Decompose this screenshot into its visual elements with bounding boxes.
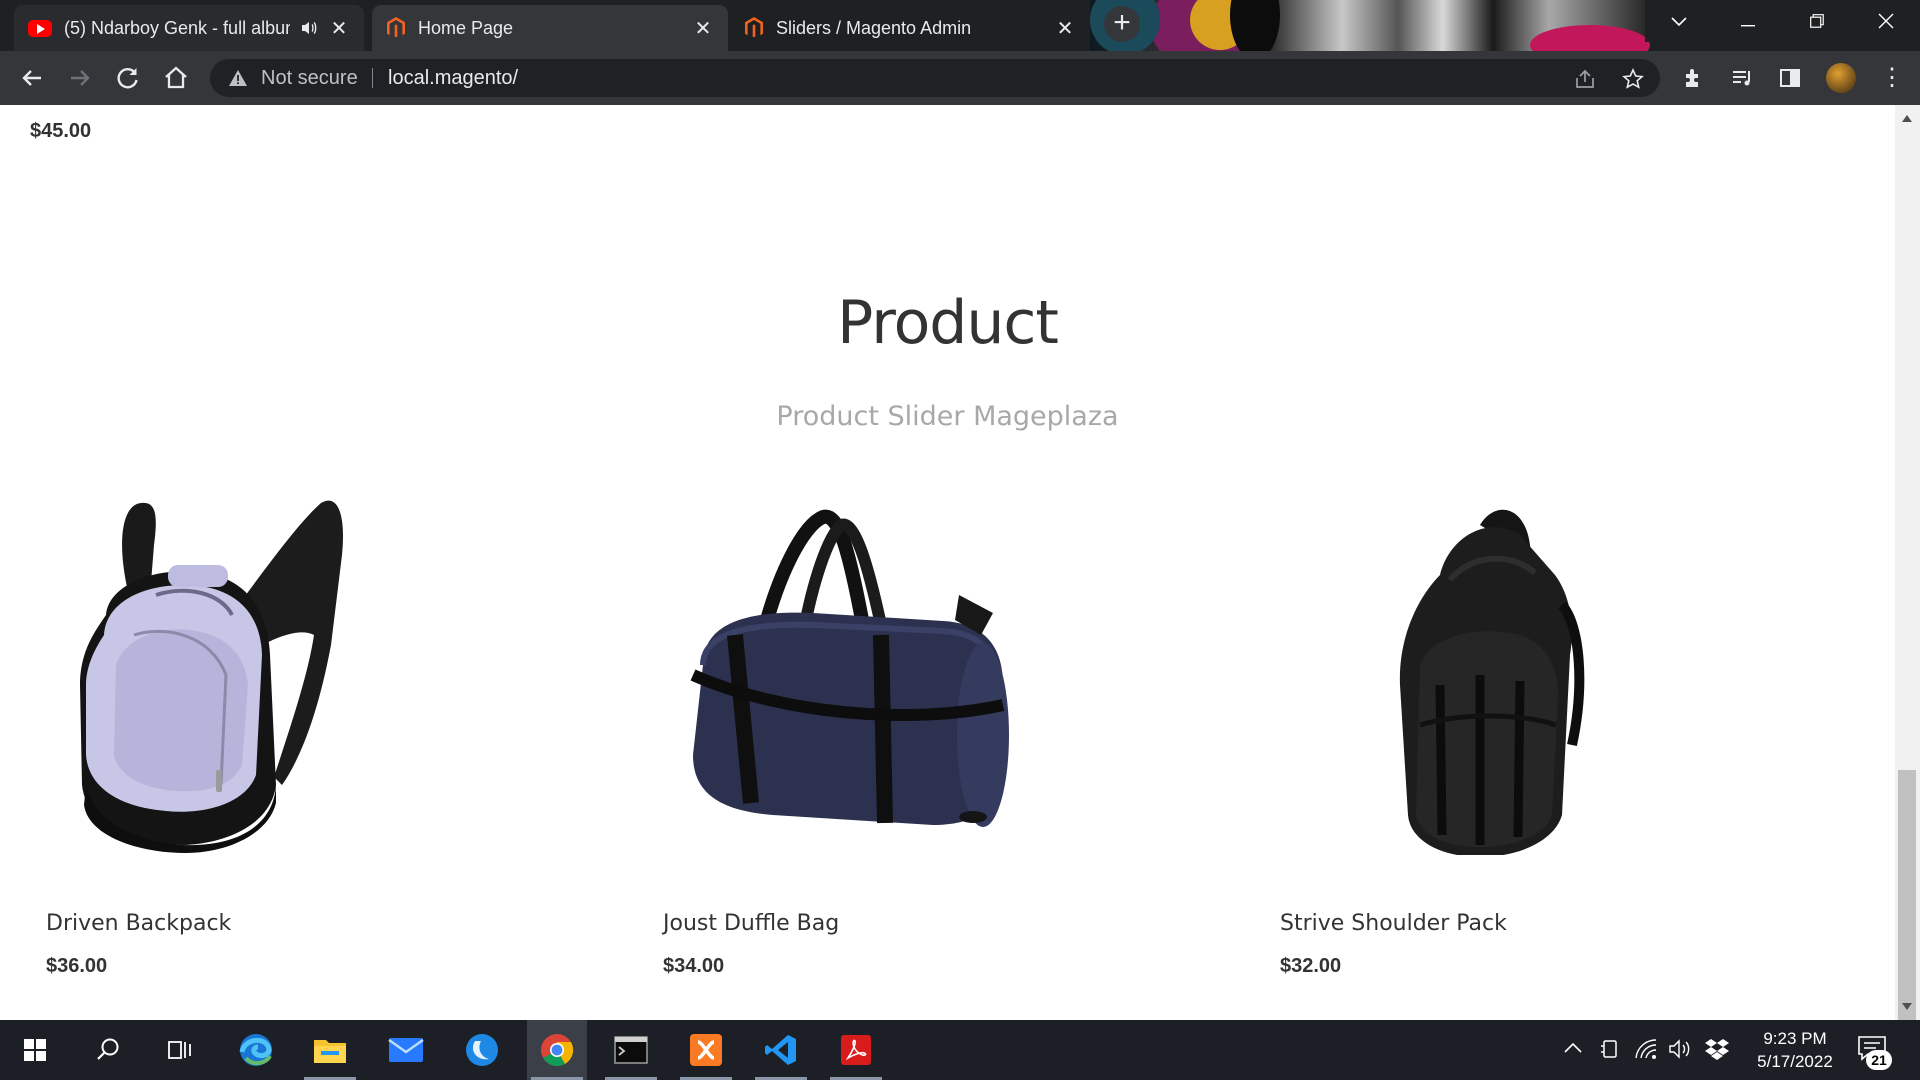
dropbox-icon[interactable]	[1704, 1037, 1730, 1061]
magento-icon	[745, 17, 763, 38]
edge-icon	[239, 1034, 272, 1066]
product-name[interactable]: Driven Backpack	[46, 911, 231, 936]
warning-icon[interactable]	[228, 68, 248, 88]
task-view-button[interactable]	[150, 1020, 210, 1080]
browser-tab-strip: (5) Ndarboy Genk - full albun ✕ Home Pag…	[0, 0, 1920, 51]
product-price: $34.00	[663, 955, 725, 977]
page-scrollbar[interactable]	[1895, 105, 1920, 1030]
security-label[interactable]: Not secure	[261, 67, 358, 90]
system-clock[interactable]: 9:23 PM 5/17/2022	[1740, 1027, 1850, 1073]
address-bar[interactable]: Not secure local.magento/	[210, 59, 1660, 97]
scroll-down-arrow-icon[interactable]	[1902, 1003, 1912, 1010]
product-name[interactable]: Strive Shoulder Pack	[1280, 911, 1507, 936]
close-icon[interactable]: ✕	[692, 16, 714, 41]
clock-date: 5/17/2022	[1757, 1052, 1833, 1071]
clock-time: 9:23 PM	[1763, 1029, 1827, 1048]
star-icon[interactable]	[1622, 68, 1644, 90]
back-icon[interactable]	[16, 62, 48, 94]
close-icon[interactable]: ✕	[1054, 16, 1076, 41]
task-view-icon	[168, 1041, 191, 1059]
desktop-wallpaper	[1090, 0, 1650, 51]
minimize-icon	[1741, 25, 1755, 27]
browser-toolbar: Not secure local.magento/ ⋮	[0, 51, 1920, 105]
forward-icon[interactable]	[64, 62, 96, 94]
omnibox-divider	[372, 68, 373, 88]
wifi-icon[interactable]	[1634, 1038, 1658, 1060]
terminal-icon	[614, 1036, 648, 1064]
acrobat-icon	[841, 1035, 871, 1065]
start-button[interactable]	[5, 1020, 65, 1080]
shoulder-pack-image[interactable]	[1280, 485, 1700, 855]
url-text[interactable]: local.magento/	[388, 67, 518, 90]
product-price: $36.00	[46, 955, 108, 977]
mail-icon	[388, 1038, 424, 1062]
device-icon[interactable]	[1600, 1038, 1620, 1060]
page-content: $45.00 Product Product Slider Mageplaza …	[0, 105, 1895, 1020]
chrome-icon	[541, 1034, 574, 1067]
product-card[interactable]: Driven Backpack $36.00	[46, 485, 546, 1005]
home-icon[interactable]	[160, 62, 192, 94]
backpack-image[interactable]	[46, 485, 466, 855]
new-tab-button[interactable]: +	[1104, 6, 1140, 42]
product-price: $32.00	[1280, 955, 1342, 977]
file-explorer-app[interactable]	[300, 1020, 360, 1080]
extensions-icon[interactable]	[1682, 66, 1706, 90]
folder-icon	[314, 1040, 346, 1063]
close-window-button[interactable]	[1852, 0, 1920, 42]
tab-title: Home Page	[418, 17, 514, 38]
vscode-app[interactable]	[751, 1020, 811, 1080]
menu-icon[interactable]: ⋮	[1880, 64, 1904, 92]
section-subtitle: Product Slider Mageplaza	[776, 401, 1119, 432]
tab-title: Sliders / Magento Admin	[776, 17, 972, 38]
windows-taskbar: 9:23 PM 5/17/2022 21	[0, 1020, 1920, 1080]
volume-icon[interactable]	[1668, 1038, 1692, 1060]
edge-app[interactable]	[226, 1020, 286, 1080]
xampp-icon	[690, 1034, 722, 1066]
blue-app[interactable]	[452, 1020, 512, 1080]
restore-icon	[1810, 14, 1824, 28]
youtube-icon	[28, 19, 52, 37]
restore-button[interactable]	[1783, 0, 1851, 42]
minimize-button[interactable]	[1714, 0, 1782, 42]
search-button[interactable]	[78, 1020, 138, 1080]
media-control-icon[interactable]	[1730, 66, 1754, 90]
speaker-icon[interactable]	[300, 19, 318, 37]
tab-search-button[interactable]	[1645, 0, 1713, 42]
profile-avatar[interactable]	[1826, 63, 1856, 93]
chevron-up-icon[interactable]	[1564, 1042, 1582, 1054]
scroll-up-arrow-icon[interactable]	[1902, 115, 1912, 122]
chrome-app[interactable]	[527, 1020, 587, 1080]
duffle-bag-image[interactable]	[663, 485, 1083, 855]
tab-sliders-admin[interactable]: Sliders / Magento Admin ✕	[730, 5, 1090, 51]
product-card[interactable]: Strive Shoulder Pack $32.00	[1280, 485, 1780, 1005]
app-blue-icon	[466, 1034, 498, 1066]
reload-icon[interactable]	[112, 62, 144, 94]
product-card[interactable]: Joust Duffle Bag $34.00	[663, 485, 1163, 1005]
tab-youtube[interactable]: (5) Ndarboy Genk - full albun ✕	[14, 5, 364, 51]
share-icon[interactable]	[1574, 68, 1596, 90]
magento-icon	[387, 17, 405, 38]
close-icon[interactable]: ✕	[328, 16, 350, 41]
tab-title: (5) Ndarboy Genk - full albun	[64, 17, 290, 38]
product-price: $45.00	[30, 120, 92, 142]
product-name[interactable]: Joust Duffle Bag	[663, 911, 839, 936]
side-panel-icon[interactable]	[1778, 66, 1802, 90]
terminal-app[interactable]	[601, 1020, 661, 1080]
search-icon	[97, 1038, 119, 1060]
tab-home-page[interactable]: Home Page ✕	[372, 5, 728, 51]
section-title: Product	[837, 288, 1059, 358]
close-icon	[1878, 13, 1894, 29]
chevron-down-icon	[1671, 17, 1687, 27]
notification-badge: 21	[1866, 1050, 1892, 1070]
mail-app[interactable]	[376, 1020, 436, 1080]
windows-logo-icon	[24, 1039, 46, 1061]
xampp-app[interactable]	[676, 1020, 736, 1080]
acrobat-app[interactable]	[826, 1020, 886, 1080]
scrollbar-thumb[interactable]	[1898, 770, 1916, 1030]
vscode-icon	[765, 1035, 796, 1065]
